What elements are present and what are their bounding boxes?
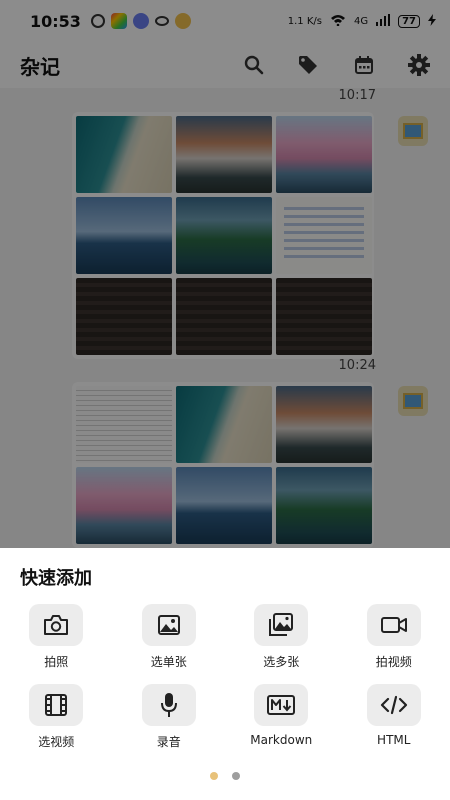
code-icon <box>366 684 421 726</box>
html-button[interactable]: HTML <box>338 684 450 750</box>
page-dot-active[interactable] <box>210 772 218 780</box>
page-indicator <box>0 772 450 780</box>
action-label: 选单张 <box>150 655 187 669</box>
scrim-overlay[interactable] <box>0 0 450 548</box>
action-label: 选视频 <box>38 735 75 749</box>
single-image-icon <box>141 604 196 646</box>
action-label: HTML <box>377 733 411 747</box>
quick-add-title: 快速添加 <box>20 568 92 589</box>
microphone-icon <box>141 684 196 726</box>
action-label: Markdown <box>250 733 313 747</box>
markdown-icon <box>254 684 309 726</box>
multi-image-icon <box>254 604 309 646</box>
markdown-button[interactable]: Markdown <box>225 684 338 750</box>
action-label: 拍视频 <box>375 655 412 669</box>
record-audio-button[interactable]: 录音 <box>113 684 226 750</box>
action-label: 录音 <box>156 735 181 749</box>
record-video-button[interactable]: 拍视频 <box>338 604 450 670</box>
pick-single-image-button[interactable]: 选单张 <box>113 604 226 670</box>
quick-add-sheet: 快速添加 拍照 选单张 选多张 拍视频 选视频 录音 Markdown HTML <box>0 548 450 800</box>
film-icon <box>29 684 84 726</box>
action-label: 选多张 <box>263 655 300 669</box>
action-label: 拍照 <box>44 655 69 669</box>
quick-add-grid: 拍照 选单张 选多张 拍视频 选视频 录音 Markdown HTML <box>0 604 450 750</box>
pick-multiple-images-button[interactable]: 选多张 <box>225 604 338 670</box>
video-camera-icon <box>366 604 421 646</box>
page-dot[interactable] <box>232 772 240 780</box>
take-photo-button[interactable]: 拍照 <box>0 604 113 670</box>
camera-icon <box>29 604 84 646</box>
pick-video-button[interactable]: 选视频 <box>0 684 113 750</box>
